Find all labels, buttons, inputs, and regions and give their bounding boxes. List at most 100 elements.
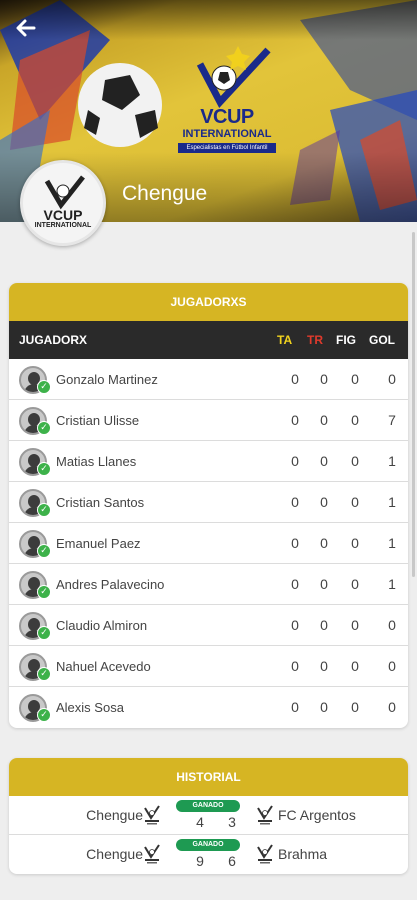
history-card: HISTORIAL Chengue GANADO 4 3 FC Argentos Chen… <box>9 758 408 874</box>
match-status-badge: GANADO <box>176 839 240 851</box>
brand-check-icon <box>196 46 271 109</box>
player-goals: 0 <box>388 699 396 715</box>
col-figure: FIG <box>336 333 356 347</box>
players-card-title: JUGADORXS <box>9 283 408 321</box>
player-figure: 0 <box>351 658 359 674</box>
player-row[interactable]: ✓ Emanuel Paez 0 0 0 1 <box>9 523 408 564</box>
away-team-logo-icon <box>256 804 274 826</box>
player-goals: 1 <box>388 576 396 592</box>
match-home-team: Chengue <box>86 846 143 862</box>
player-yellow-cards: 0 <box>291 535 299 551</box>
brand-subname: INTERNATIONAL <box>182 128 272 140</box>
check-icon: ✓ <box>37 380 51 394</box>
match-away-score: 3 <box>228 814 236 830</box>
player-goals: 0 <box>388 371 396 387</box>
scrollbar[interactable] <box>412 232 415 577</box>
player-name: Emanuel Paez <box>56 536 141 551</box>
player-figure: 0 <box>351 699 359 715</box>
check-icon: ✓ <box>37 585 51 599</box>
match-row[interactable]: Chengue GANADO 4 3 FC Argentos <box>9 796 408 835</box>
home-team-logo-icon <box>143 804 161 826</box>
player-name: Cristian Ulisse <box>56 413 140 428</box>
player-row[interactable]: ✓ Alexis Sosa 0 0 0 0 <box>9 687 408 728</box>
player-goals: 1 <box>388 535 396 551</box>
player-goals: 1 <box>388 453 396 469</box>
home-team-logo-icon <box>143 843 161 865</box>
player-red-cards: 0 <box>320 412 328 428</box>
check-icon: ✓ <box>37 626 51 640</box>
players-card: JUGADORXS JUGADORX TA TR FIG GOL ✓ Gonzal… <box>9 283 408 728</box>
history-card-title: HISTORIAL <box>9 758 408 796</box>
player-goals: 0 <box>388 658 396 674</box>
col-yellow-cards: TA <box>277 333 293 347</box>
col-player: JUGADORX <box>19 333 88 347</box>
team-name: Chengue <box>122 182 208 205</box>
players-list: ✓ Gonzalo Martinez 0 0 0 0 ✓ Cristian Ulisse 0 0 0… <box>9 359 408 728</box>
player-row[interactable]: ✓ Cristian Santos 0 0 0 1 <box>9 482 408 523</box>
player-red-cards: 0 <box>320 494 328 510</box>
player-red-cards: 0 <box>320 453 328 469</box>
player-goals: 7 <box>388 412 396 428</box>
col-goals: GOL <box>369 333 395 347</box>
player-figure: 0 <box>351 494 359 510</box>
check-icon: ✓ <box>37 421 51 435</box>
match-home-score: 4 <box>196 814 204 830</box>
player-figure: 0 <box>351 617 359 633</box>
match-home-team: Chengue <box>86 807 143 823</box>
check-icon: ✓ <box>37 462 51 476</box>
player-yellow-cards: 0 <box>291 453 299 469</box>
player-name: Gonzalo Martinez <box>56 372 158 387</box>
player-red-cards: 0 <box>320 617 328 633</box>
player-yellow-cards: 0 <box>291 412 299 428</box>
match-away-score: 6 <box>228 853 236 869</box>
player-row[interactable]: ✓ Cristian Ulisse 0 0 0 7 <box>9 400 408 441</box>
player-row[interactable]: ✓ Claudio Almiron 0 0 0 0 <box>9 605 408 646</box>
player-row[interactable]: ✓ Andres Palavecino 0 0 0 1 <box>9 564 408 605</box>
player-goals: 0 <box>388 617 396 633</box>
check-icon: ✓ <box>37 708 51 722</box>
check-icon: ✓ <box>37 503 51 517</box>
player-name: Nahuel Acevedo <box>56 659 151 674</box>
match-status-badge: GANADO <box>176 800 240 812</box>
player-yellow-cards: 0 <box>291 699 299 715</box>
player-figure: 0 <box>351 412 359 428</box>
player-name: Matias Llanes <box>56 454 137 469</box>
player-figure: 0 <box>351 535 359 551</box>
player-row[interactable]: ✓ Matias Llanes 0 0 0 1 <box>9 441 408 482</box>
player-red-cards: 0 <box>320 699 328 715</box>
player-yellow-cards: 0 <box>291 576 299 592</box>
player-row[interactable]: ✓ Gonzalo Martinez 0 0 0 0 <box>9 359 408 400</box>
player-name: Cristian Santos <box>56 495 145 510</box>
team-avatar-subbrand: INTERNATIONAL <box>34 222 92 229</box>
brand-logo: VCUP INTERNATIONAL Especialistas en Fútb… <box>172 44 282 164</box>
player-red-cards: 0 <box>320 576 328 592</box>
check-icon: ✓ <box>37 544 51 558</box>
player-figure: 0 <box>351 576 359 592</box>
player-goals: 1 <box>388 494 396 510</box>
player-figure: 0 <box>351 371 359 387</box>
player-red-cards: 0 <box>320 535 328 551</box>
player-row[interactable]: ✓ Nahuel Acevedo 0 0 0 0 <box>9 646 408 687</box>
player-name: Claudio Almiron <box>56 618 148 633</box>
match-list: Chengue GANADO 4 3 FC Argentos Chengue GANADO 9… <box>9 796 408 874</box>
player-yellow-cards: 0 <box>291 617 299 633</box>
player-yellow-cards: 0 <box>291 658 299 674</box>
check-icon: ✓ <box>37 667 51 681</box>
brand-name: VCUP <box>200 106 254 128</box>
match-away-team: FC Argentos <box>278 807 356 823</box>
players-table-header: JUGADORX TA TR FIG GOL <box>9 321 408 359</box>
player-red-cards: 0 <box>320 371 328 387</box>
col-red-cards: TR <box>307 333 323 347</box>
player-yellow-cards: 0 <box>291 494 299 510</box>
match-row[interactable]: Chengue GANADO 9 6 Brahma <box>9 835 408 874</box>
player-name: Alexis Sosa <box>56 700 124 715</box>
player-name: Andres Palavecino <box>56 577 165 592</box>
player-yellow-cards: 0 <box>291 371 299 387</box>
player-figure: 0 <box>351 453 359 469</box>
brand-tagline: Especialistas en Fútbol Infantil <box>178 143 276 153</box>
team-logo-check-icon <box>44 175 85 210</box>
back-button[interactable] <box>12 14 40 42</box>
arrow-left-icon <box>16 19 36 37</box>
team-avatar-brand: VCUP <box>43 207 83 223</box>
away-team-logo-icon <box>256 843 274 865</box>
